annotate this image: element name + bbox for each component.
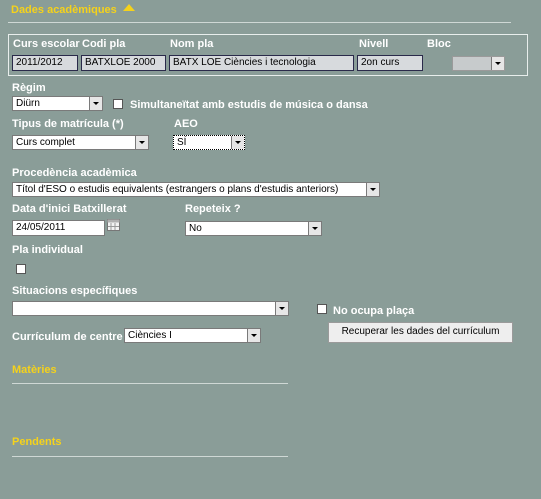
repeteix-select-value: No bbox=[189, 223, 202, 234]
collapse-triangle-icon[interactable] bbox=[122, 4, 135, 12]
procedencia-select-value: Títol d'ESO o estudis equivalents (estra… bbox=[16, 184, 339, 195]
no-ocupa-checkbox[interactable] bbox=[317, 304, 327, 314]
data-inici-label: Data d'inici Batxillerat bbox=[12, 203, 127, 215]
aeo-select[interactable]: SÍ bbox=[173, 135, 245, 150]
section-divider bbox=[12, 383, 288, 384]
codi-pla-field: BATXLOE 2000 bbox=[81, 55, 166, 71]
chevron-down-icon bbox=[366, 183, 379, 196]
curriculum-select-value: Ciències I bbox=[128, 330, 172, 341]
tipus-matricula-label: Tipus de matrícula (*) bbox=[12, 118, 124, 130]
chevron-down-icon bbox=[308, 222, 321, 235]
chevron-down-icon bbox=[231, 136, 244, 149]
regim-label: Règim bbox=[12, 82, 46, 94]
section-title-materies[interactable]: Matèries bbox=[12, 364, 57, 376]
procedencia-select[interactable]: Títol d'ESO o estudis equivalents (estra… bbox=[12, 182, 380, 197]
regim-select[interactable]: Diürn bbox=[12, 96, 103, 111]
nivell-field: 2on curs bbox=[357, 55, 423, 71]
regim-select-value: Diürn bbox=[16, 98, 40, 109]
tipus-matricula-select[interactable]: Curs complet bbox=[12, 135, 149, 150]
chevron-down-icon bbox=[247, 329, 260, 342]
section-title-text: Dades acadèmiques bbox=[11, 4, 117, 16]
chevron-down-icon bbox=[89, 97, 102, 110]
header-codi-pla: Codi pla bbox=[82, 38, 126, 50]
section-divider bbox=[8, 22, 511, 23]
curs-escolar-field: 2011/2012 bbox=[12, 55, 78, 71]
curriculum-select[interactable]: Ciències I bbox=[124, 328, 261, 343]
procedencia-label: Procedència acadèmica bbox=[12, 167, 137, 179]
simultaneitat-label: Simultaneïtat amb estudis de música o da… bbox=[130, 99, 368, 111]
chevron-down-icon bbox=[275, 302, 288, 315]
aeo-label: AEO bbox=[174, 118, 198, 130]
data-inici-input[interactable]: 24/05/2011 bbox=[12, 220, 105, 236]
curriculum-label: Currículum de centre bbox=[12, 331, 123, 343]
simultaneitat-checkbox[interactable] bbox=[113, 99, 123, 109]
repeteix-label: Repeteix ? bbox=[185, 203, 241, 215]
section-title-dades-academiques[interactable]: Dades acadèmiques bbox=[11, 4, 135, 16]
header-nivell: Nivell bbox=[359, 38, 389, 50]
section-title-pendents[interactable]: Pendents bbox=[12, 436, 62, 448]
chevron-down-icon bbox=[491, 57, 504, 70]
repeteix-select[interactable]: No bbox=[185, 221, 322, 236]
situacions-label: Situacions específiques bbox=[12, 285, 138, 297]
header-bloc: Bloc bbox=[427, 38, 451, 50]
situacions-select[interactable] bbox=[12, 301, 289, 316]
pla-individual-checkbox[interactable] bbox=[16, 264, 26, 274]
header-nom-pla: Nom pla bbox=[170, 38, 214, 50]
pla-individual-label: Pla individual bbox=[12, 244, 83, 256]
recuperar-curriculum-button[interactable]: Recuperar les dades del currículum bbox=[328, 322, 513, 343]
nom-pla-field: BATX LOE Ciències i tecnologia bbox=[169, 55, 354, 71]
tipus-matricula-value: Curs complet bbox=[16, 137, 75, 148]
chevron-down-icon bbox=[135, 136, 148, 149]
calendar-icon[interactable] bbox=[107, 219, 120, 234]
header-curs-escolar: Curs escolar bbox=[13, 38, 80, 50]
no-ocupa-label: No ocupa plaça bbox=[333, 305, 415, 317]
aeo-select-value: SÍ bbox=[177, 137, 187, 148]
section-divider bbox=[12, 456, 288, 457]
bloc-select[interactable] bbox=[452, 56, 505, 71]
